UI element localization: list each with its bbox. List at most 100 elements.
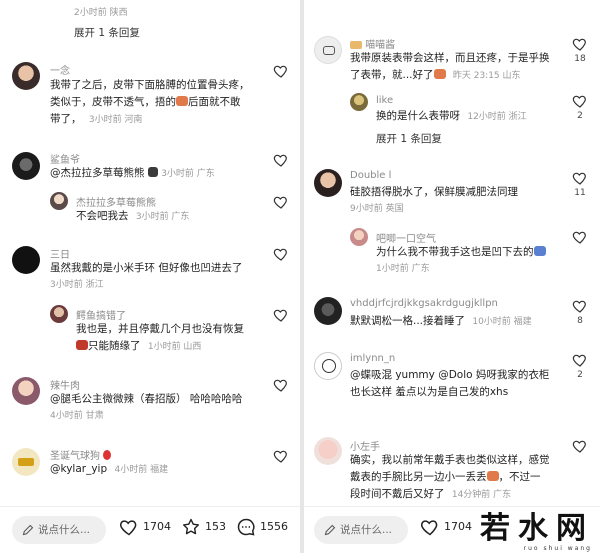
comment-meta: 3小时前 河南 [88,115,143,125]
like-heart-icon[interactable] [572,93,588,109]
like-count: 1704 [444,520,472,533]
commenter-name[interactable]: 一念 [50,62,70,77]
reply-text: 换的是什么表带呀 12小时前 浙江 [376,110,527,122]
favorite-count: 153 [205,520,226,533]
like-heart-icon[interactable] [273,307,289,323]
avatar[interactable] [350,93,368,111]
star-icon[interactable] [181,517,201,537]
watermark-logo: 若水网 [480,511,594,546]
like-count: 2 [577,111,583,121]
like-heart-icon[interactable] [572,229,588,245]
commenter-name[interactable]: 鲨鱼爷 [50,151,80,166]
comment-meta: 4小时前 福建 [114,465,169,475]
pencil-icon [324,524,336,536]
avatar[interactable] [350,228,368,246]
comment-meta: 昨天 23:15 山东 [452,71,521,81]
pencil-icon [22,524,34,536]
left-comment-panel: 2小时前 陕西 展开 1 条回复 一念 我带了之后，皮带下面胳膊的位置骨头疼， … [0,0,300,553]
commenter-name[interactable]: Double l [350,170,391,181]
commenter-name[interactable]: 圣诞气球狗 [50,447,112,462]
avatar[interactable] [12,246,40,274]
commenter-name[interactable]: 辣牛肉 [50,377,80,392]
reply-meta: 12小时前 浙江 [467,112,527,122]
like-heart-icon[interactable] [273,246,289,262]
like-heart-icon[interactable] [273,194,289,210]
expand-replies-button[interactable]: 展开 1 条回复 [74,25,140,40]
avatar[interactable] [314,437,342,465]
commenter-name[interactable]: 小左手 [350,438,380,453]
like-count: 1704 [143,520,171,533]
watermark-subtitle: ruo shui wang [523,545,592,552]
comment-meta: 10小时前 福建 [472,317,532,327]
like-heart-icon[interactable] [572,36,588,52]
comment-text: 确实，我以前常年戴手表也类似这样，感觉 戴表的手腕比另一边小一丢丢 ，不过一 段时… [350,454,550,500]
comment-text: @kylar_yip 4小时前 福建 [50,463,169,475]
comment-bubble-icon[interactable] [236,517,256,537]
avatar[interactable] [12,62,40,90]
like-heart-icon[interactable] [273,63,289,79]
like-count: 18 [574,54,586,64]
balloon-icon [103,450,112,460]
bottom-action-bar: 说点什么... 1704 若水网 ruo shui wang [304,506,600,553]
emoji-icon [486,471,499,481]
reply-text: 为什么我不带我手这也是凹下去的 1小时前 广东 [376,244,566,278]
comment-count: 1556 [260,520,288,533]
reply-meta: 2小时前 陕西 [74,8,128,18]
replier-name[interactable]: 吧唧一口空气 [376,230,436,245]
like-count: 8 [577,316,583,326]
comment-text: 默默调松一格...接着睡了 10小时前 福建 [350,315,532,327]
commenter-name[interactable]: 喵喵酱 [350,36,395,51]
comment-meta: 3小时前 浙江 [50,280,104,290]
avatar[interactable] [12,448,40,476]
like-heart-icon[interactable] [119,517,139,537]
avatar[interactable] [50,305,68,323]
replier-name[interactable]: 鳄鱼搞错了 [76,307,126,322]
avatar[interactable] [314,36,342,64]
comment-text: 虽然我戴的是小米手环 但好像也凹进去了 3小时前 浙江 [50,260,275,294]
like-heart-icon[interactable] [420,517,440,537]
comment-meta: 3小时前 广东 [161,169,215,179]
like-heart-icon[interactable] [273,377,289,393]
commenter-name[interactable]: vhddjrfcjrdjkkgsakrdgugjkllpn [350,298,498,309]
like-count: 2 [577,370,583,380]
comment-text: 硅胶捂得脱水了，保鲜膜减肥法同理 9小时前 英国 [350,184,565,218]
commenter-name[interactable]: 三日 [50,246,70,261]
like-heart-icon[interactable] [273,152,289,168]
avatar[interactable] [50,192,68,210]
comment-text: @腿毛公主微微辣（春招版） 哈哈哈哈哈 4小时前 甘肃 [50,391,275,425]
expand-replies-button[interactable]: 展开 1 条回复 [376,131,442,146]
comment-meta: 14分钟前 广东 [451,490,512,500]
like-heart-icon[interactable] [572,170,588,186]
replier-name[interactable]: like [376,95,393,106]
emoji-icon [176,96,188,106]
avatar[interactable] [314,297,342,325]
comment-text: @杰拉拉多草莓熊熊 3小时前 广东 [50,167,215,179]
emoji-icon [147,167,158,177]
comment-input[interactable]: 说点什么... [314,516,408,544]
reply-text: 我也是，并且停戴几个月也没有恢复 只能随缘了 1小时前 山西 [76,323,244,352]
commenter-name[interactable]: imlynn_n [350,353,395,364]
like-heart-icon[interactable] [273,448,289,464]
reply-text: 不会吧我去 3小时前 广东 [76,210,190,222]
comment-text: 我带原装表带会这样，而且还疼，于是乎换 了表带，就...好了 昨天 23:15 … [350,52,550,81]
comment-input[interactable]: 说点什么... [12,516,106,544]
badge-icon [350,41,362,49]
like-heart-icon[interactable] [572,438,588,454]
reply-meta: 1小时前 广东 [376,264,430,274]
like-heart-icon[interactable] [572,352,588,368]
comment-meta: 4小时前 甘肃 [50,411,104,421]
replier-name[interactable]: 杰拉拉多草莓熊熊 [76,194,156,209]
bottom-action-bar: 说点什么... 1704 153 1556 [0,506,300,553]
avatar[interactable] [314,169,342,197]
avatar[interactable] [12,377,40,405]
avatar[interactable] [314,352,342,380]
reply-meta: 3小时前 广东 [135,212,190,222]
right-comment-panel: 喵喵酱 我带原装表带会这样，而且还疼，于是乎换 了表带，就...好了 昨天 23… [304,0,600,553]
like-heart-icon[interactable] [572,298,588,314]
emoji-icon [433,69,446,79]
reply-meta: 1小时前 山西 [147,342,202,352]
avatar[interactable] [12,152,40,180]
comment-meta: 9小时前 英国 [350,204,404,214]
emoji-icon [533,246,546,256]
comment-text: 我带了之后，皮带下面胳膊的位置骨头疼， 类似于，皮带不透气，捂的 后面就不敢 带了… [50,79,250,125]
